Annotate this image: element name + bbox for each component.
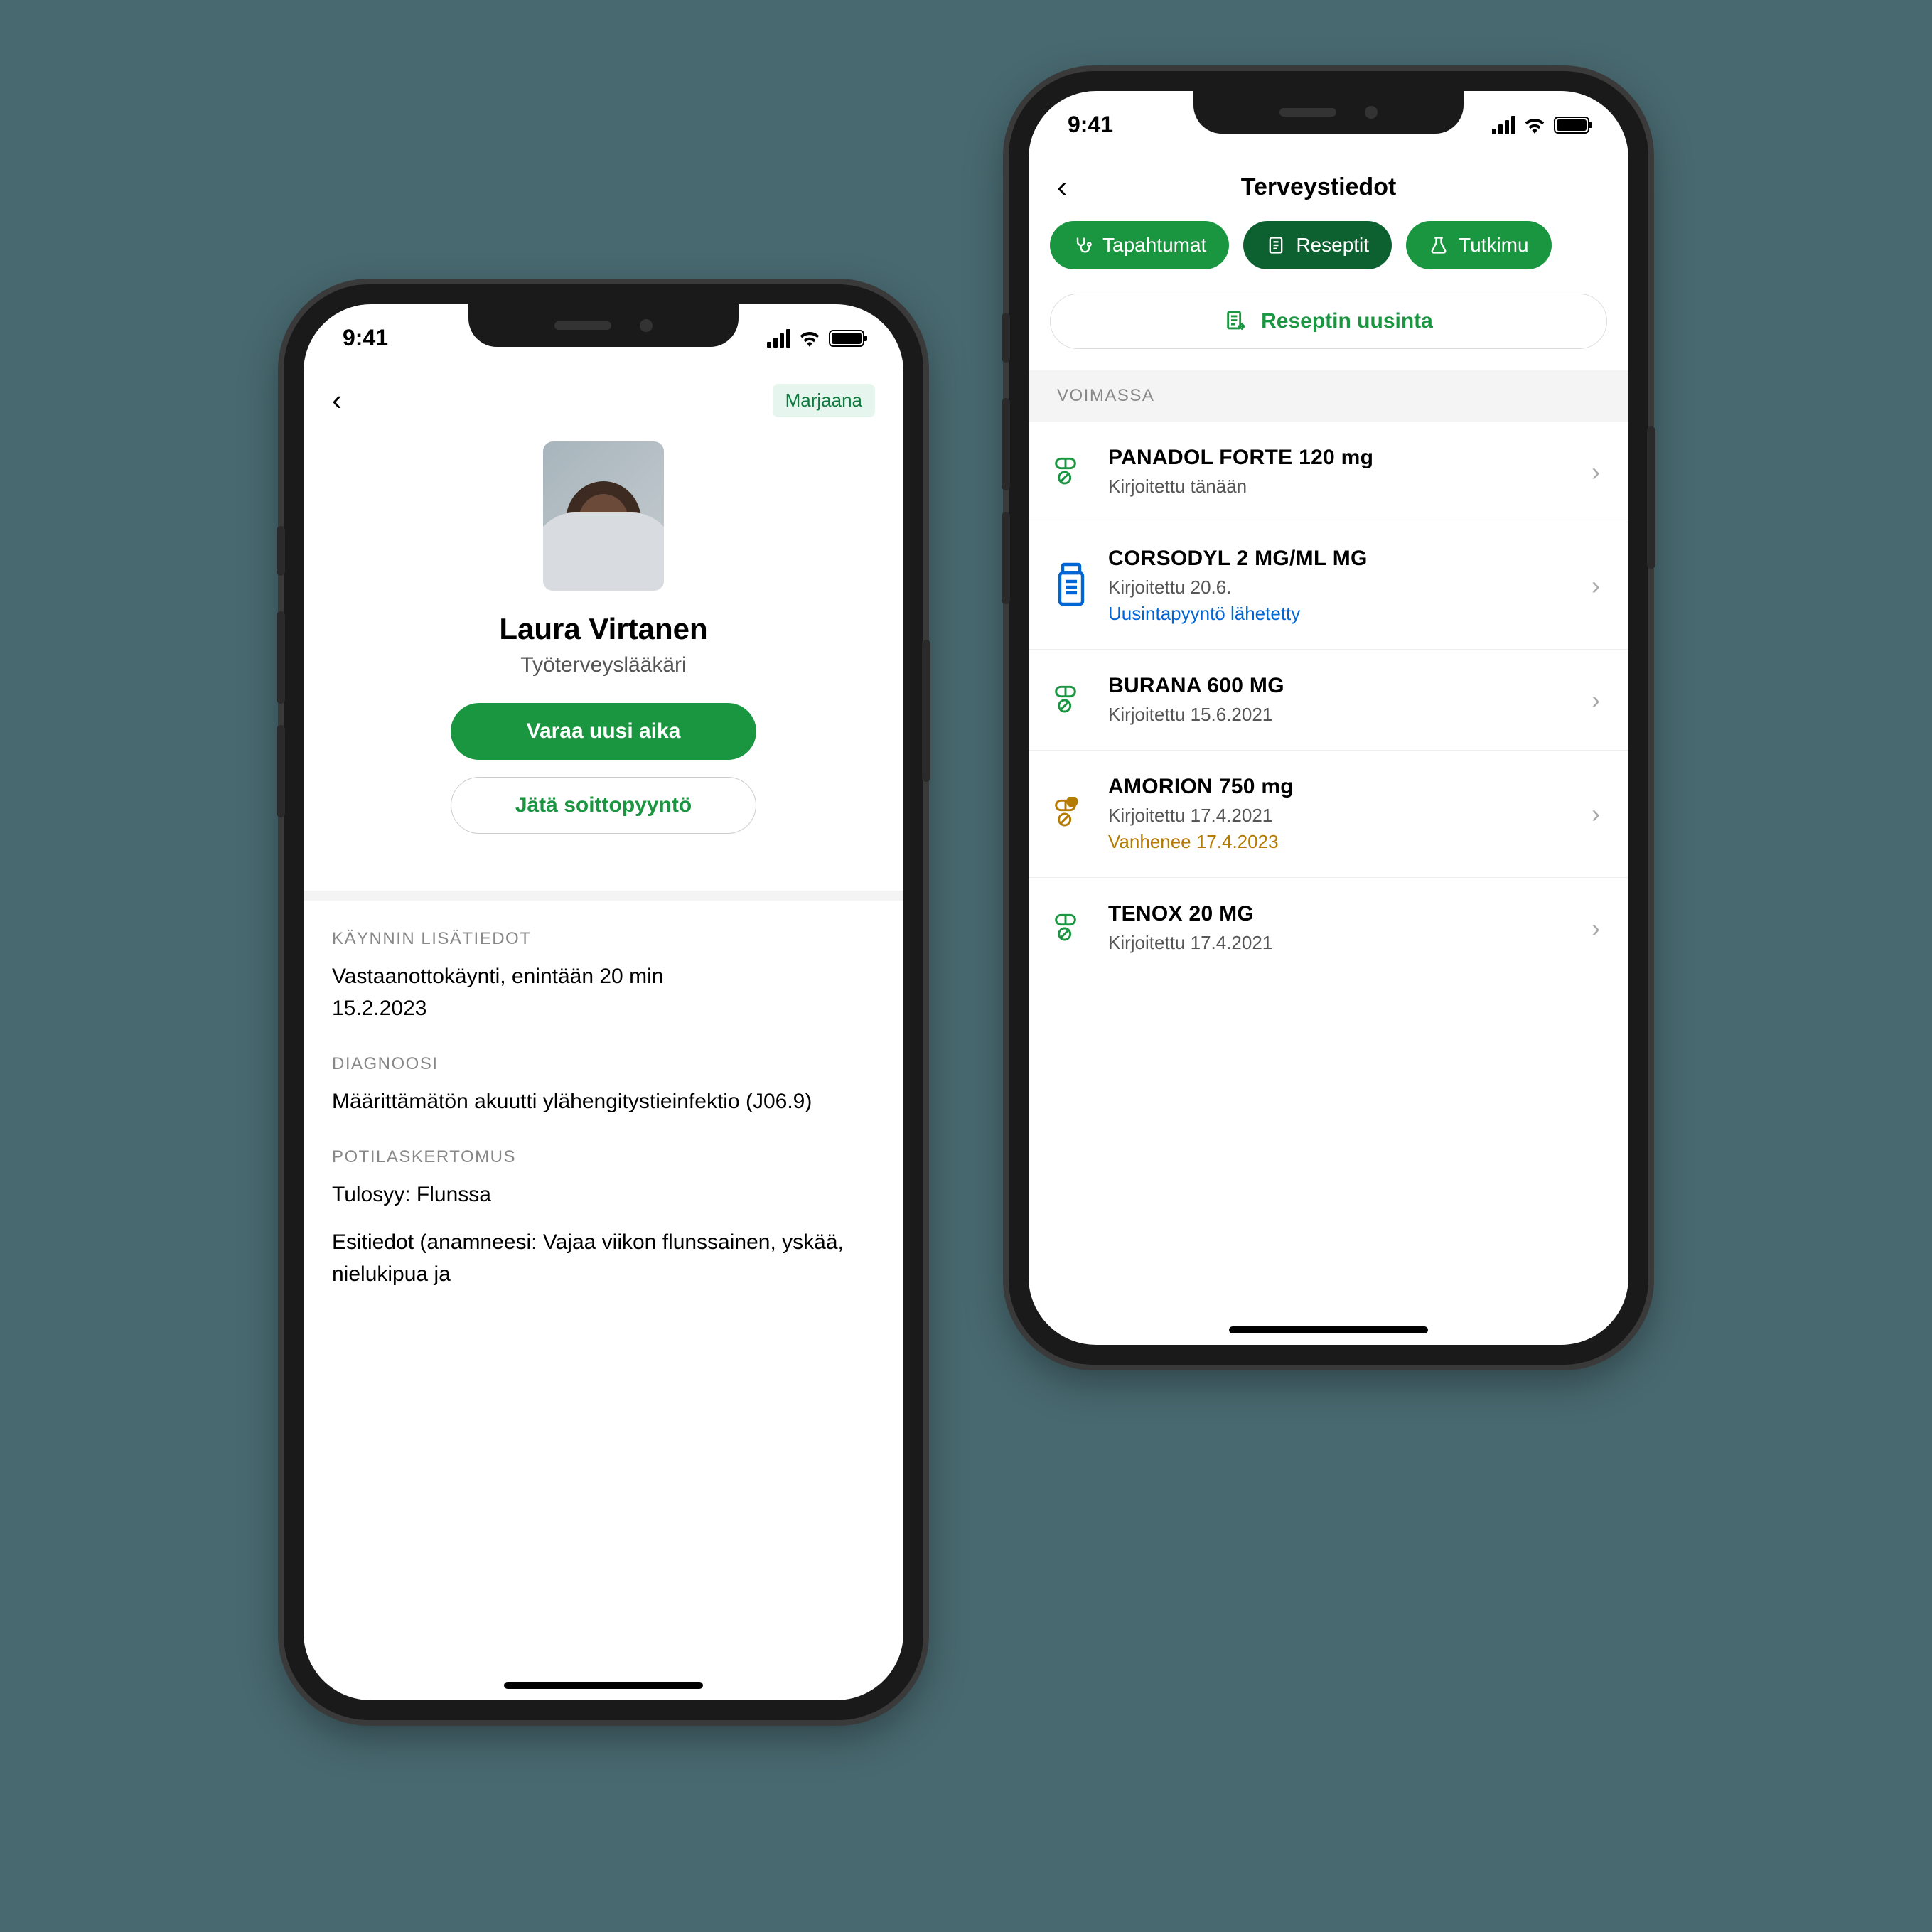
prescription-date: Kirjoitettu 17.4.2021 (1108, 932, 1572, 954)
prescription-icon (1054, 562, 1088, 611)
volume-up (277, 611, 285, 704)
home-indicator[interactable] (504, 1682, 703, 1689)
status-icons (767, 329, 864, 348)
book-appointment-button[interactable]: Varaa uusi aika (451, 703, 756, 760)
back-button[interactable]: ‹ (332, 383, 342, 417)
record-text: Tulosyy: Flunssa Esitiedot (anamneesi: V… (332, 1179, 875, 1290)
prescription-status: Vanhenee 17.4.2023 (1108, 831, 1572, 853)
volume-up (1002, 398, 1010, 490)
volume-down (1002, 512, 1010, 604)
chevron-right-icon: › (1592, 457, 1600, 487)
status-time: 9:41 (1068, 112, 1113, 138)
prescription-icon (1054, 455, 1088, 489)
lab-icon (1429, 235, 1449, 255)
prescription-icon: ! (1054, 797, 1088, 831)
screen-right: 9:41 ‹ Terveystiedot Tapahtumat Reseptit (1029, 91, 1628, 1345)
prescription-date: Kirjoitettu tänään (1108, 476, 1572, 498)
chevron-right-icon: › (1592, 913, 1600, 943)
prescription-name: AMORION 750 mg (1108, 775, 1572, 799)
prescription-name: BURANA 600 MG (1108, 674, 1572, 698)
visit-info-label: KÄYNNIN LISÄTIEDOT (332, 929, 875, 949)
visit-details: KÄYNNIN LISÄTIEDOT Vastaanottokäynti, en… (304, 901, 903, 1319)
prescription-name: CORSODYL 2 MG/ML MG (1108, 547, 1572, 571)
renew-prescription-button[interactable]: Reseptin uusinta (1050, 294, 1607, 349)
notch (468, 304, 739, 347)
stethoscope-icon (1073, 235, 1093, 255)
wifi-icon (1524, 117, 1545, 134)
prescription-list: PANADOL FORTE 120 mgKirjoitettu tänään›C… (1029, 422, 1628, 978)
status-time: 9:41 (343, 325, 388, 351)
mute-switch (1002, 313, 1010, 363)
document-icon (1266, 235, 1286, 255)
prescription-name: PANADOL FORTE 120 mg (1108, 446, 1572, 470)
svg-text:!: ! (1071, 798, 1074, 807)
wifi-icon (799, 330, 820, 347)
record-label: POTILASKERTOMUS (332, 1147, 875, 1167)
chevron-right-icon: › (1592, 685, 1600, 715)
home-indicator[interactable] (1229, 1326, 1428, 1333)
phone-right: 9:41 ‹ Terveystiedot Tapahtumat Reseptit (1009, 71, 1648, 1365)
visit-info-text: Vastaanottokäynti, enintään 20 min 15.2.… (332, 960, 875, 1024)
prescription-item[interactable]: TENOX 20 MG Kirjoitettu 17.4.2021 › (1029, 878, 1628, 978)
profile-section: Laura Virtanen Työterveyslääkäri Varaa u… (304, 441, 903, 862)
signal-icon (1492, 116, 1515, 134)
power-button (1647, 426, 1655, 569)
chip-research[interactable]: Tutkimu (1406, 221, 1552, 269)
prescription-item[interactable]: PANADOL FORTE 120 mg Kirjoitettu tänään › (1029, 422, 1628, 522)
doctor-title: Työterveyslääkäri (332, 653, 875, 677)
nav-bar: ‹ Marjaana (304, 372, 903, 434)
chevron-right-icon: › (1592, 799, 1600, 829)
phone-left: 9:41 ‹ Marjaana Laura Virtanen Työtervey… (284, 284, 923, 1720)
chip-events[interactable]: Tapahtumat (1050, 221, 1229, 269)
battery-icon (1554, 117, 1589, 134)
section-divider (304, 891, 903, 901)
renew-icon (1224, 309, 1248, 333)
signal-icon (767, 329, 790, 348)
battery-icon (829, 330, 864, 347)
doctor-name: Laura Virtanen (332, 612, 875, 646)
user-badge[interactable]: Marjaana (773, 384, 875, 417)
nav-bar: ‹ Terveystiedot (1029, 159, 1628, 221)
prescription-item[interactable]: ! AMORION 750 mg Kirjoitettu 17.4.2021 Vanh… (1029, 751, 1628, 878)
prescription-icon (1054, 683, 1088, 717)
prescription-icon (1054, 911, 1088, 945)
mute-switch (277, 526, 285, 576)
doctor-avatar (543, 441, 664, 591)
notch (1193, 91, 1464, 134)
back-button[interactable]: ‹ (1057, 170, 1067, 204)
prescription-status: Uusintapyyntö lähetetty (1108, 603, 1572, 625)
chevron-right-icon: › (1592, 571, 1600, 601)
volume-down (277, 725, 285, 817)
diagnosis-text: Määrittämätön akuutti ylähengitystieinfe… (332, 1085, 875, 1117)
prescription-item[interactable]: BURANA 600 MG Kirjoitettu 15.6.2021 › (1029, 650, 1628, 751)
prescription-item[interactable]: CORSODYL 2 MG/ML MG Kirjoitettu 20.6. Uusi… (1029, 522, 1628, 650)
chip-prescriptions[interactable]: Reseptit (1243, 221, 1392, 269)
power-button (922, 640, 930, 782)
page-title: Terveystiedot (1067, 173, 1570, 201)
prescription-name: TENOX 20 MG (1108, 902, 1572, 926)
prescription-date: Kirjoitettu 17.4.2021 (1108, 805, 1572, 827)
callback-request-button[interactable]: Jätä soittopyyntö (451, 777, 756, 834)
prescription-date: Kirjoitettu 15.6.2021 (1108, 704, 1572, 726)
prescription-date: Kirjoitettu 20.6. (1108, 576, 1572, 599)
status-icons (1492, 116, 1589, 134)
group-header-active: VOIMASSA (1029, 370, 1628, 422)
filter-chips: Tapahtumat Reseptit Tutkimu (1029, 221, 1628, 294)
screen-left: 9:41 ‹ Marjaana Laura Virtanen Työtervey… (304, 304, 903, 1700)
diagnosis-label: DIAGNOOSI (332, 1054, 875, 1074)
